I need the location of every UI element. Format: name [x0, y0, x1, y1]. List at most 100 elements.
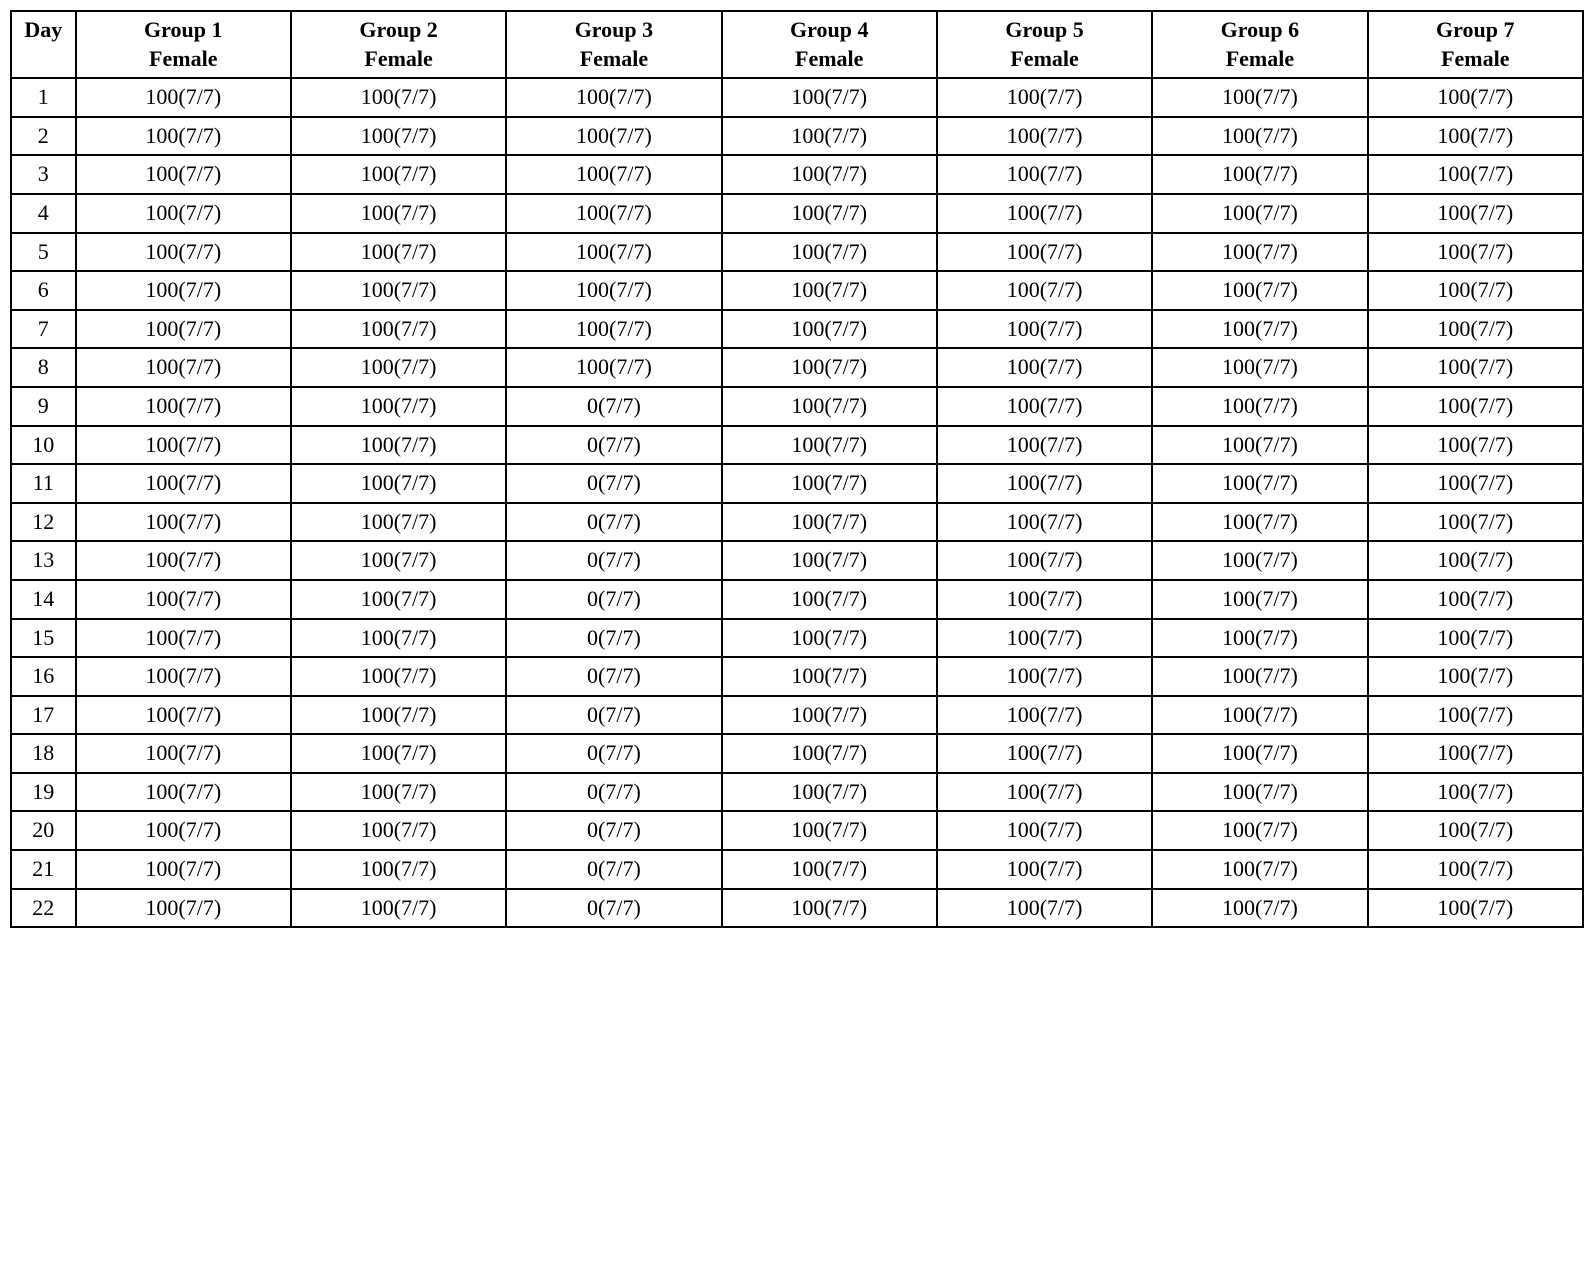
cell-g5-row12: 100(7/7): [937, 503, 1152, 542]
table-row: 7100(7/7)100(7/7)100(7/7)100(7/7)100(7/7…: [11, 310, 1583, 349]
cell-g7-row21: 100(7/7): [1368, 850, 1583, 889]
cell-g5-row2: 100(7/7): [937, 117, 1152, 156]
cell-g3-row3: 100(7/7): [506, 155, 721, 194]
cell-g2-row15: 100(7/7): [291, 619, 506, 658]
cell-g2-row18: 100(7/7): [291, 734, 506, 773]
table-row: 18100(7/7)100(7/7)0(7/7)100(7/7)100(7/7)…: [11, 734, 1583, 773]
cell-g2-row14: 100(7/7): [291, 580, 506, 619]
cell-g3-row6: 100(7/7): [506, 271, 721, 310]
cell-g4-row7: 100(7/7): [722, 310, 937, 349]
cell-g4-row3: 100(7/7): [722, 155, 937, 194]
cell-g7-row1: 100(7/7): [1368, 78, 1583, 117]
cell-day-row20: 20: [11, 811, 76, 850]
cell-day-row4: 4: [11, 194, 76, 233]
cell-g6-row7: 100(7/7): [1152, 310, 1367, 349]
cell-g1-row15: 100(7/7): [76, 619, 291, 658]
cell-g3-row14: 0(7/7): [506, 580, 721, 619]
cell-g3-row17: 0(7/7): [506, 696, 721, 735]
cell-g3-row11: 0(7/7): [506, 464, 721, 503]
cell-g3-row16: 0(7/7): [506, 657, 721, 696]
cell-g7-row16: 100(7/7): [1368, 657, 1583, 696]
table-row: 17100(7/7)100(7/7)0(7/7)100(7/7)100(7/7)…: [11, 696, 1583, 735]
cell-g6-row11: 100(7/7): [1152, 464, 1367, 503]
cell-g5-row21: 100(7/7): [937, 850, 1152, 889]
cell-g5-row4: 100(7/7): [937, 194, 1152, 233]
cell-g4-row19: 100(7/7): [722, 773, 937, 812]
cell-g1-row17: 100(7/7): [76, 696, 291, 735]
cell-day-row12: 12: [11, 503, 76, 542]
header-g6: Group 6Female: [1152, 11, 1367, 78]
header-g3: Group 3Female: [506, 11, 721, 78]
cell-g5-row3: 100(7/7): [937, 155, 1152, 194]
cell-g1-row9: 100(7/7): [76, 387, 291, 426]
cell-g4-row8: 100(7/7): [722, 348, 937, 387]
cell-g1-row4: 100(7/7): [76, 194, 291, 233]
cell-g4-row1: 100(7/7): [722, 78, 937, 117]
header-g2: Group 2Female: [291, 11, 506, 78]
cell-g5-row6: 100(7/7): [937, 271, 1152, 310]
cell-g7-row18: 100(7/7): [1368, 734, 1583, 773]
header-g4: Group 4Female: [722, 11, 937, 78]
cell-g1-row16: 100(7/7): [76, 657, 291, 696]
header-day: Day: [11, 11, 76, 78]
cell-day-row5: 5: [11, 233, 76, 272]
cell-g6-row6: 100(7/7): [1152, 271, 1367, 310]
cell-g6-row12: 100(7/7): [1152, 503, 1367, 542]
cell-g1-row6: 100(7/7): [76, 271, 291, 310]
cell-g4-row9: 100(7/7): [722, 387, 937, 426]
cell-day-row18: 18: [11, 734, 76, 773]
cell-g3-row10: 0(7/7): [506, 426, 721, 465]
cell-g6-row5: 100(7/7): [1152, 233, 1367, 272]
cell-g5-row18: 100(7/7): [937, 734, 1152, 773]
cell-g3-row18: 0(7/7): [506, 734, 721, 773]
cell-g1-row3: 100(7/7): [76, 155, 291, 194]
cell-g2-row5: 100(7/7): [291, 233, 506, 272]
cell-g7-row22: 100(7/7): [1368, 889, 1583, 928]
cell-g7-row7: 100(7/7): [1368, 310, 1583, 349]
cell-g6-row18: 100(7/7): [1152, 734, 1367, 773]
cell-g5-row20: 100(7/7): [937, 811, 1152, 850]
cell-g3-row15: 0(7/7): [506, 619, 721, 658]
cell-g4-row21: 100(7/7): [722, 850, 937, 889]
header-g7: Group 7Female: [1368, 11, 1583, 78]
cell-g6-row20: 100(7/7): [1152, 811, 1367, 850]
table-row: 11100(7/7)100(7/7)0(7/7)100(7/7)100(7/7)…: [11, 464, 1583, 503]
table-row: 8100(7/7)100(7/7)100(7/7)100(7/7)100(7/7…: [11, 348, 1583, 387]
cell-g1-row5: 100(7/7): [76, 233, 291, 272]
cell-g1-row1: 100(7/7): [76, 78, 291, 117]
cell-g2-row16: 100(7/7): [291, 657, 506, 696]
cell-g7-row13: 100(7/7): [1368, 541, 1583, 580]
cell-g2-row17: 100(7/7): [291, 696, 506, 735]
cell-day-row21: 21: [11, 850, 76, 889]
cell-g2-row22: 100(7/7): [291, 889, 506, 928]
cell-g1-row8: 100(7/7): [76, 348, 291, 387]
cell-g3-row7: 100(7/7): [506, 310, 721, 349]
cell-g1-row12: 100(7/7): [76, 503, 291, 542]
cell-g3-row21: 0(7/7): [506, 850, 721, 889]
table-row: 14100(7/7)100(7/7)0(7/7)100(7/7)100(7/7)…: [11, 580, 1583, 619]
cell-g4-row5: 100(7/7): [722, 233, 937, 272]
table-row: 16100(7/7)100(7/7)0(7/7)100(7/7)100(7/7)…: [11, 657, 1583, 696]
cell-g7-row8: 100(7/7): [1368, 348, 1583, 387]
cell-day-row6: 6: [11, 271, 76, 310]
cell-g3-row20: 0(7/7): [506, 811, 721, 850]
cell-day-row13: 13: [11, 541, 76, 580]
cell-g7-row2: 100(7/7): [1368, 117, 1583, 156]
cell-g2-row8: 100(7/7): [291, 348, 506, 387]
cell-g2-row4: 100(7/7): [291, 194, 506, 233]
cell-g2-row1: 100(7/7): [291, 78, 506, 117]
cell-g5-row17: 100(7/7): [937, 696, 1152, 735]
cell-day-row2: 2: [11, 117, 76, 156]
table-row: 2100(7/7)100(7/7)100(7/7)100(7/7)100(7/7…: [11, 117, 1583, 156]
cell-g2-row21: 100(7/7): [291, 850, 506, 889]
cell-g5-row1: 100(7/7): [937, 78, 1152, 117]
cell-g7-row3: 100(7/7): [1368, 155, 1583, 194]
header-g5: Group 5Female: [937, 11, 1152, 78]
cell-day-row3: 3: [11, 155, 76, 194]
cell-g5-row22: 100(7/7): [937, 889, 1152, 928]
cell-g7-row12: 100(7/7): [1368, 503, 1583, 542]
table-row: 20100(7/7)100(7/7)0(7/7)100(7/7)100(7/7)…: [11, 811, 1583, 850]
cell-g1-row10: 100(7/7): [76, 426, 291, 465]
cell-g4-row22: 100(7/7): [722, 889, 937, 928]
cell-g5-row13: 100(7/7): [937, 541, 1152, 580]
